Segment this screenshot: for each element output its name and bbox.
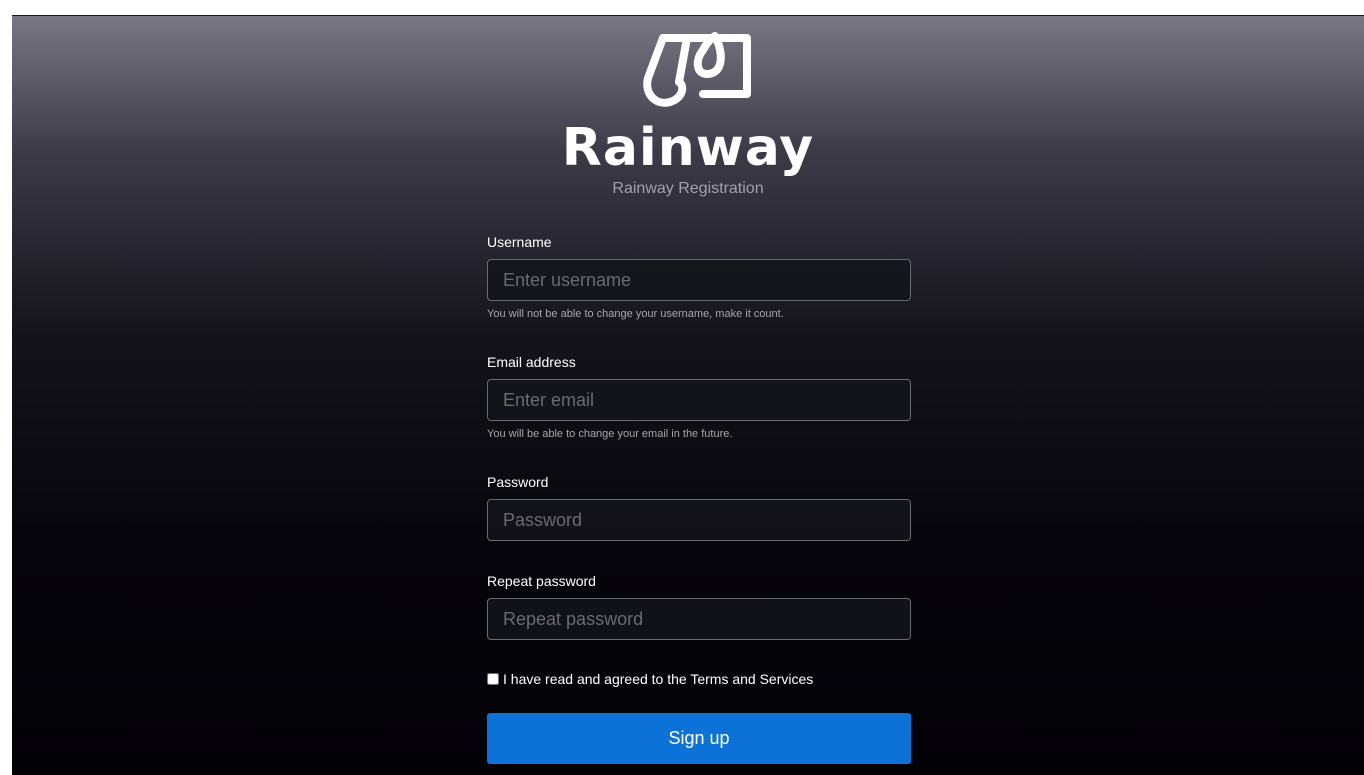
brand-wordmark: Rainway — [561, 118, 815, 178]
terms-label: I have read and agreed to the Terms and … — [503, 671, 814, 687]
rainway-logo-icon — [643, 32, 751, 107]
repeat-password-label: Repeat password — [487, 573, 596, 589]
terms-row[interactable]: I have read and agreed to the Terms and … — [487, 670, 813, 688]
username-label: Username — [487, 234, 552, 250]
repeat-password-input[interactable] — [487, 598, 911, 640]
registration-page: Rainway Rainway Registration Username Yo… — [12, 15, 1364, 775]
email-label: Email address — [487, 354, 576, 370]
password-label: Password — [487, 474, 549, 490]
email-input[interactable] — [487, 379, 911, 421]
terms-checkbox[interactable] — [487, 673, 499, 685]
username-input[interactable] — [487, 259, 911, 301]
email-hint: You will be able to change your email in… — [487, 428, 733, 440]
sign-up-button[interactable]: Sign up — [487, 713, 911, 764]
page-subtitle: Rainway Registration — [612, 180, 764, 197]
username-hint: You will not be able to change your user… — [487, 308, 784, 320]
password-input[interactable] — [487, 499, 911, 541]
